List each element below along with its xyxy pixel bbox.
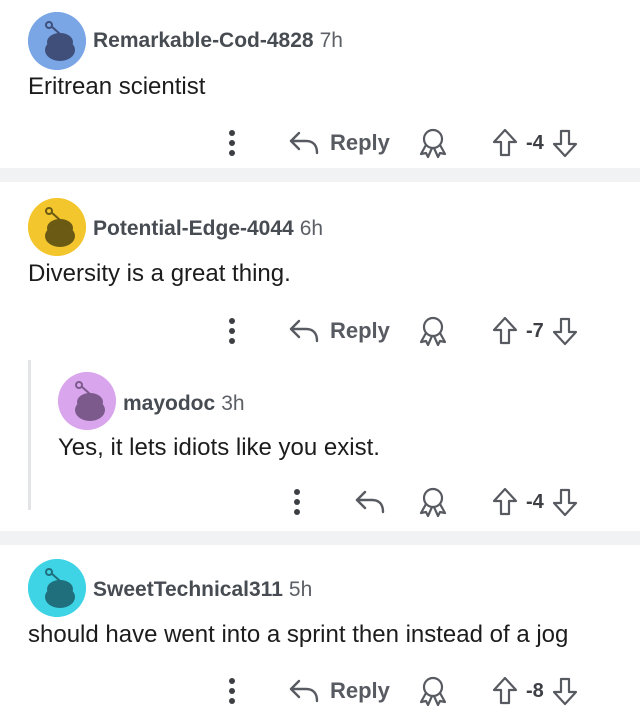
reply-arrow-icon: [289, 131, 319, 155]
snoo-avatar-icon: [58, 372, 116, 430]
reply-button[interactable]: [354, 482, 386, 522]
timestamp: 3h: [221, 392, 245, 415]
upvote-arrow-icon[interactable]: [492, 676, 518, 706]
comment-actions: Reply -4: [0, 123, 640, 163]
comment-meta: Potential-Edge-4044 6h: [93, 217, 323, 241]
vote-control: -4: [492, 482, 578, 522]
vote-score: -8: [526, 679, 544, 702]
vote-score: -4: [526, 131, 544, 154]
username[interactable]: Potential-Edge-4044: [93, 217, 294, 240]
upvote-arrow-icon[interactable]: [492, 487, 518, 517]
upvote-arrow-icon[interactable]: [492, 316, 518, 346]
downvote-arrow-icon[interactable]: [552, 676, 578, 706]
comment-meta: SweetTechnical311 5h: [93, 578, 312, 602]
award-icon: [419, 676, 447, 707]
award-icon: [419, 487, 447, 518]
award-button[interactable]: [418, 671, 448, 711]
reply-button[interactable]: Reply: [288, 311, 390, 351]
comment-remarkable-cod: Remarkable-Cod-4828 7h Eritrean scientist…: [0, 0, 640, 168]
reply-label: Reply: [330, 130, 390, 155]
comment-potential-edge: Potential-Edge-4044 6h Diversity is a gre…: [0, 182, 640, 368]
more-options-button[interactable]: [222, 311, 242, 351]
vote-score: -7: [526, 319, 544, 342]
reply-label: Reply: [330, 678, 390, 703]
award-button[interactable]: [418, 482, 448, 522]
comment-sweettechnical: SweetTechnical311 5h should have went int…: [0, 545, 640, 725]
comment-actions: Reply -7: [0, 311, 640, 351]
username[interactable]: Remarkable-Cod-4828: [93, 29, 314, 52]
reply-arrow-icon: [289, 679, 319, 703]
award-icon: [419, 316, 447, 347]
comment-actions: -4: [0, 482, 640, 522]
reply-arrow-icon: [355, 490, 385, 514]
username[interactable]: SweetTechnical311: [93, 578, 283, 601]
snoo-avatar-icon: [28, 198, 86, 256]
more-options-icon: [229, 318, 235, 344]
comment-separator: [0, 531, 640, 545]
comment-text: Diversity is a great thing.: [28, 260, 291, 287]
snoo-avatar-icon: [28, 12, 86, 70]
avatar[interactable]: [28, 198, 86, 256]
downvote-arrow-icon[interactable]: [552, 128, 578, 158]
reply-label: Reply: [330, 318, 390, 343]
reply-arrow-icon: [289, 319, 319, 343]
downvote-arrow-icon[interactable]: [552, 316, 578, 346]
more-options-button[interactable]: [287, 482, 307, 522]
reply-button[interactable]: Reply: [288, 123, 390, 163]
more-options-button[interactable]: [222, 671, 242, 711]
avatar[interactable]: [28, 559, 86, 617]
more-options-icon: [229, 678, 235, 704]
more-options-button[interactable]: [222, 123, 242, 163]
snoo-avatar-icon: [28, 559, 86, 617]
comment-actions: Reply -8: [0, 671, 640, 711]
award-button[interactable]: [418, 311, 448, 351]
more-options-icon: [294, 489, 300, 515]
vote-control: -4: [492, 123, 578, 163]
award-button[interactable]: [418, 123, 448, 163]
comment-meta: mayodoc 3h: [123, 392, 245, 416]
timestamp: 7h: [319, 29, 343, 52]
reply-button[interactable]: Reply: [288, 671, 390, 711]
more-options-icon: [229, 130, 235, 156]
upvote-arrow-icon[interactable]: [492, 128, 518, 158]
comment-separator: [0, 168, 640, 182]
timestamp: 6h: [299, 217, 324, 240]
avatar[interactable]: [28, 12, 86, 70]
comment-meta: Remarkable-Cod-4828 7h: [93, 29, 343, 53]
comment-text: should have went into a sprint then inst…: [28, 621, 569, 648]
award-icon: [419, 128, 447, 159]
vote-score: -4: [526, 490, 544, 513]
avatar[interactable]: [58, 372, 116, 430]
comment-text: Yes, it lets idiots like you exist.: [58, 434, 380, 461]
downvote-arrow-icon[interactable]: [552, 487, 578, 517]
username[interactable]: mayodoc: [123, 392, 215, 415]
vote-control: -7: [492, 311, 578, 351]
timestamp: 5h: [288, 578, 313, 601]
comment-text: Eritrean scientist: [28, 73, 206, 100]
vote-control: -8: [492, 671, 578, 711]
